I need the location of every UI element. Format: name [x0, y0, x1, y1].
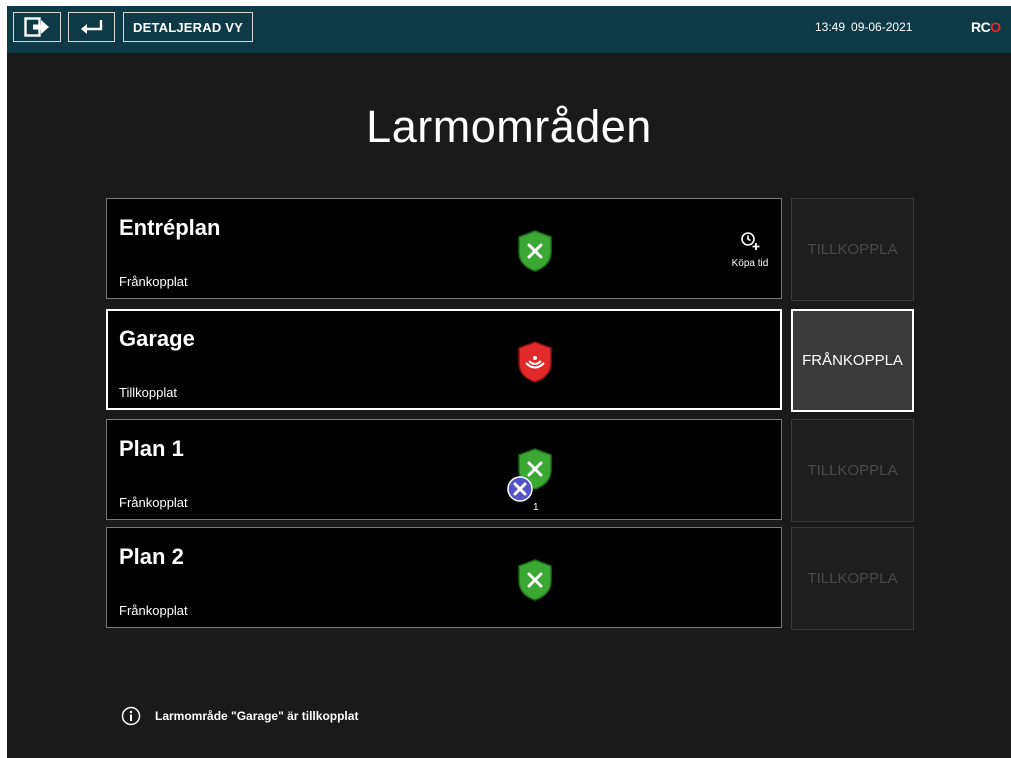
area-row-entreplan[interactable]: Entréplan Frånkopplat Köpa tid — [106, 198, 782, 299]
page-title: Larmområden — [366, 101, 652, 152]
arm-button-plan-1[interactable]: TILLKOPPLA — [791, 419, 914, 522]
date: 09-06-2021 — [851, 20, 913, 34]
area-row-plan-1[interactable]: Plan 1 Frånkopplat 1 — [106, 419, 782, 520]
area-name: Entréplan — [119, 215, 221, 240]
buy-time-button[interactable]: Köpa tid — [720, 231, 780, 269]
area-status: Frånkopplat — [119, 274, 188, 289]
area-name: Plan 1 — [119, 436, 184, 461]
detailed-view-button[interactable]: DETALJERAD VY — [123, 12, 253, 42]
area-row-plan-2[interactable]: Plan 2 Frånkopplat — [106, 527, 782, 628]
disarm-button-garage[interactable]: FRÅNKOPPLA — [791, 309, 914, 412]
arm-button-entreplan[interactable]: TILLKOPPLA — [791, 198, 914, 301]
area-row-garage[interactable]: Garage Tillkopplat — [106, 309, 782, 410]
area-name: Garage — [119, 326, 195, 351]
area-name: Plan 2 — [119, 544, 184, 569]
logout-icon — [24, 17, 49, 37]
fault-badge-icon — [507, 476, 533, 502]
clock-plus-icon — [741, 232, 760, 250]
area-status: Frånkopplat — [119, 495, 188, 510]
fault-count: 1 — [533, 502, 539, 513]
area-status: Frånkopplat — [119, 603, 188, 618]
rco-logo: RCO — [971, 19, 1001, 35]
shield-check-icon — [518, 559, 552, 601]
logout-button[interactable] — [13, 12, 61, 42]
alarm-panel-screen: DETALJERAD VY 13:49 09-06-2021 RCO Larmom… — [7, 6, 1011, 758]
buy-time-label: Köpa tid — [731, 258, 769, 269]
area-status: Tillkopplat — [119, 385, 178, 400]
info-text: Larmområde "Garage" är tillkopplat — [155, 709, 359, 723]
info-icon — [121, 706, 141, 726]
top-bar: DETALJERAD VY 13:49 09-06-2021 RCO — [7, 6, 1011, 53]
info-message: Larmområde "Garage" är tillkopplat — [121, 706, 358, 726]
back-button[interactable] — [68, 12, 115, 42]
return-arrow-icon — [80, 20, 102, 34]
shield-armed-icon — [518, 341, 552, 383]
arm-button-plan-2[interactable]: TILLKOPPLA — [791, 527, 914, 630]
clock: 13:49 09-06-2021 — [815, 20, 945, 34]
time: 13:49 — [815, 20, 846, 34]
shield-check-icon — [518, 230, 552, 272]
